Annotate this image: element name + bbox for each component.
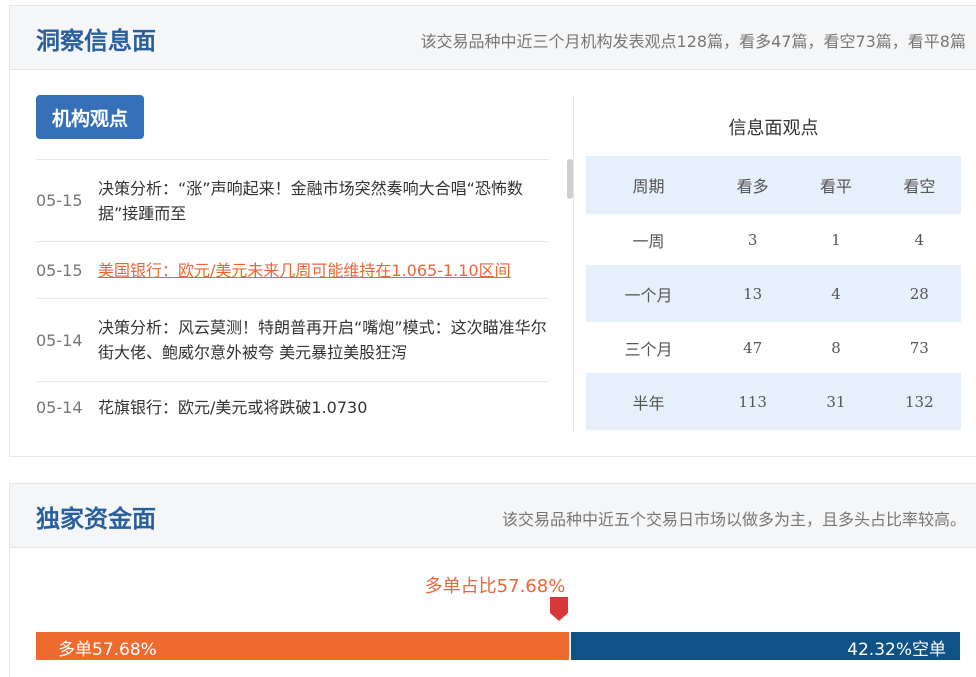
stats-neutral: 1: [831, 230, 841, 249]
long-bar-label: 多单57.68%: [58, 640, 157, 660]
info-panel: 洞察信息面 该交易品种中近三个月机构发表观点128篇，看多47篇，看空73篇，看…: [9, 5, 976, 457]
stats-row: 半年 113 31 132: [586, 373, 961, 430]
stats-neutral: 8: [831, 338, 841, 357]
long-ratio-label: 多单占比57.68%: [424, 576, 566, 597]
stats-period: 一周: [632, 231, 665, 251]
stats-period: 一个月: [624, 285, 673, 305]
short-bar-segment: 42.32%空单: [570, 632, 960, 660]
stats-bear: 73: [909, 338, 929, 357]
stats-period: 半年: [632, 393, 665, 413]
col-header-bear: 看空: [903, 177, 936, 196]
long-bar-segment: 多单57.68%: [36, 632, 569, 660]
ratio-marker-icon: [550, 597, 568, 621]
stats-bear: 4: [914, 230, 925, 249]
news-item[interactable]: 05-14 决策分析：风云莫测！特朗普再开启“嘴炮”模式：这次瞄准华尔街大佬、鲍…: [36, 298, 549, 381]
news-item[interactable]: 05-15 美国银行：欧元/美元未来几周可能维持在1.065-1.10区间: [36, 241, 549, 298]
news-date: 05-14: [36, 398, 83, 417]
long-short-ratio-bar: 多单57.68% 42.32%空单: [36, 632, 960, 660]
col-header-neutral: 看平: [819, 177, 852, 196]
stats-header-row: 周期 看多 看平 看空: [586, 156, 961, 214]
news-item[interactable]: 05-14 花旗银行：欧元/美元或将跌破1.0730: [36, 381, 549, 433]
stats-row: 三个月 47 8 73: [586, 322, 961, 373]
stats-bull: 113: [738, 392, 767, 411]
stats-row: 一个月 13 4 28: [586, 265, 961, 322]
stats-neutral: 31: [826, 392, 846, 411]
news-link[interactable]: 花旗银行：欧元/美元或将跌破1.0730: [98, 395, 549, 420]
stats-bull: 47: [743, 338, 763, 357]
fund-panel-summary: 该交易品种中近五个交易日市场以做多为主，且多头占比率较高。: [501, 510, 966, 529]
news-date: 05-14: [36, 330, 83, 350]
stats-bull: 3: [747, 230, 758, 249]
info-panel-title: 洞察信息面: [36, 27, 156, 55]
fund-panel-title: 独家资金面: [36, 505, 156, 533]
stats-period: 三个月: [624, 339, 673, 359]
news-link[interactable]: 决策分析：“涨”声响起来！金融市场突然奏响大合唱“恐怖数据”接踵而至: [98, 176, 549, 226]
short-bar-label: 42.32%空单: [847, 640, 946, 660]
news-date: 05-15: [36, 260, 83, 280]
info-panel-header: 洞察信息面 该交易品种中近三个月机构发表观点128篇，看多47篇，看空73篇，看…: [10, 6, 976, 70]
news-date: 05-15: [36, 191, 83, 210]
stats-row: 一周 3 1 4: [586, 214, 961, 265]
news-link[interactable]: 美国银行：欧元/美元未来几周可能维持在1.065-1.10区间: [98, 258, 549, 283]
fund-panel: 独家资金面 该交易品种中近五个交易日市场以做多为主，且多头占比率较高。 多单占比…: [9, 483, 976, 677]
stats-neutral: 4: [831, 284, 841, 303]
col-header-bull: 看多: [736, 177, 769, 196]
news-item[interactable]: 05-15 决策分析：“涨”声响起来！金融市场突然奏响大合唱“恐怖数据”接踵而至: [36, 159, 549, 241]
news-link[interactable]: 决策分析：风云莫测！特朗普再开启“嘴炮”模式：这次瞄准华尔街大佬、鲍威尔意外被夸…: [98, 315, 549, 365]
info-panel-summary: 该交易品种中近三个月机构发表观点128篇，看多47篇，看空73篇，看平8篇: [420, 32, 966, 51]
vertical-divider: [573, 96, 574, 431]
stats-bull: 13: [743, 284, 763, 303]
stats-bear: 28: [909, 284, 929, 303]
news-list: 05-15 决策分析：“涨”声响起来！金融市场突然奏响大合唱“恐怖数据”接踵而至…: [36, 159, 549, 433]
institution-views-tab[interactable]: 机构观点: [36, 95, 144, 139]
stats-title: 信息面观点: [728, 118, 819, 139]
stats-table: 周期 看多 看平 看空 一周 3 1 4 一个月 13 4 28 三个月 47 …: [586, 156, 961, 430]
fund-panel-header: 独家资金面 该交易品种中近五个交易日市场以做多为主，且多头占比率较高。: [10, 484, 976, 548]
col-header-period: 周期: [632, 177, 665, 196]
stats-bear: 132: [905, 392, 934, 411]
